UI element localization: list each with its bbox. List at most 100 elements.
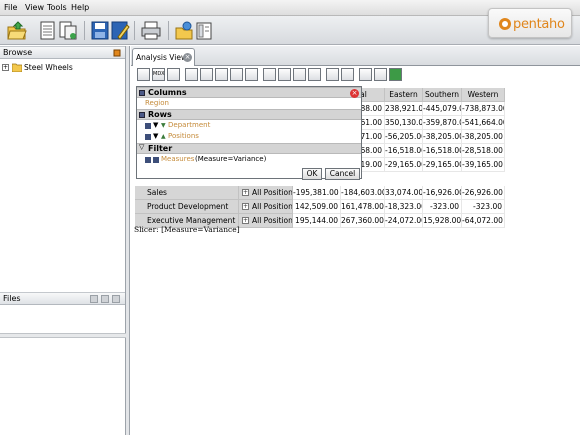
move-down-icon[interactable]: ▼ [153, 131, 158, 142]
hide-spans-icon[interactable] [200, 68, 213, 81]
mdx-icon[interactable]: MDX [152, 68, 165, 81]
rows-item-department[interactable]: ▼ ▼ Department [137, 120, 361, 131]
expand-icon[interactable]: + [242, 217, 249, 224]
browse-panel-header: Browse [0, 46, 125, 59]
drill-replace-icon[interactable] [293, 68, 306, 81]
print-icon[interactable] [140, 20, 162, 41]
properties-icon[interactable] [194, 20, 214, 41]
table-cell: -24,072.00 [385, 214, 423, 228]
files-new-icon[interactable] [90, 295, 98, 303]
publish-icon[interactable] [174, 20, 194, 41]
filter-item[interactable]: Measures (Measure=Variance) [137, 154, 361, 165]
column-header[interactable]: Southern [423, 88, 462, 102]
member-select-icon[interactable] [145, 134, 151, 140]
table-cell: 15,928.00 [423, 214, 462, 228]
table-cell: -16,518.00 [423, 144, 462, 158]
table-cell: -29,165.00 [385, 158, 423, 172]
member-select-icon[interactable] [145, 157, 151, 163]
columns-item[interactable]: Region [137, 98, 361, 109]
files-title: Files [3, 294, 21, 303]
rows-icon [139, 112, 145, 118]
chart-icon[interactable] [326, 68, 339, 81]
tab-label: Analysis View [136, 53, 188, 62]
table-cell: 142,509.00 [293, 200, 341, 214]
drill-position-icon[interactable] [278, 68, 291, 81]
save-icon[interactable] [90, 20, 110, 41]
tab-analysis-view[interactable]: Analysis View × [132, 48, 195, 66]
table-cell: -39,165.00 [462, 158, 505, 172]
column-header[interactable]: Eastern [385, 88, 423, 102]
folder-icon [12, 63, 22, 72]
browse-title: Browse [3, 48, 33, 57]
move-down-icon[interactable]: ▼ [153, 120, 158, 131]
table-cell: 161,478.00 [341, 200, 385, 214]
tab-bar: Analysis View × [131, 46, 580, 66]
toolbar-separator [168, 21, 169, 40]
left-panel: Browse + Steel Wheels Files [0, 46, 126, 435]
row-header-sales[interactable]: Sales [135, 186, 239, 200]
position-member[interactable]: + All Positions [239, 186, 293, 200]
expand-icon[interactable]: + [242, 203, 249, 210]
files-delete-icon[interactable] [112, 295, 120, 303]
panel-splitter[interactable] [0, 333, 126, 338]
table-cell: -359,870.00 [423, 116, 462, 130]
pentaho-logo-icon [499, 18, 511, 30]
table-cell: -29,165.00 [423, 158, 462, 172]
browse-refresh-icon[interactable] [113, 49, 121, 57]
menu-file[interactable]: File [4, 3, 17, 12]
filter-item-label: Measures [161, 155, 195, 163]
drill-through-icon[interactable] [308, 68, 321, 81]
tree-item-label: Steel Wheels [24, 63, 73, 72]
save-as-icon[interactable] [110, 20, 130, 41]
table-cell: -28,518.00 [462, 144, 505, 158]
sort-icon[interactable] [167, 68, 180, 81]
table-cell: -26,926.00 [462, 186, 505, 200]
position-label: All Positions [252, 216, 293, 225]
vertical-splitter[interactable] [126, 46, 130, 435]
show-parents-icon[interactable] [185, 68, 198, 81]
column-header[interactable]: Western [462, 88, 505, 102]
position-member[interactable]: + All Positions [239, 214, 293, 228]
move-up-icon[interactable]: ▼ [161, 120, 166, 131]
move-up-icon[interactable]: ▲ [161, 131, 166, 142]
filter-icon: ▽ [139, 143, 145, 151]
tree-item-steel-wheels[interactable]: + Steel Wheels [2, 62, 102, 74]
pentaho-logo-text: pentaho [513, 17, 565, 32]
filter-move-icon[interactable] [153, 157, 159, 163]
position-label: All Positions [252, 188, 293, 197]
rows-item-positions[interactable]: ▼ ▲ Positions [137, 131, 361, 142]
excel-export-icon[interactable] [389, 68, 402, 81]
table-cell: -38,205.00 [423, 130, 462, 144]
table-cell: -195,381.00 [293, 186, 341, 200]
print-settings-icon[interactable] [359, 68, 372, 81]
member-select-icon[interactable] [145, 123, 151, 129]
files-panel-header: Files [0, 292, 125, 305]
filter-title: Filter [148, 144, 173, 153]
suppress-empty-icon[interactable] [230, 68, 243, 81]
pdf-export-icon[interactable] [374, 68, 387, 81]
menu-view[interactable]: View [25, 3, 44, 12]
row-header-product-development[interactable]: Product Development [135, 200, 239, 214]
open-folder-icon[interactable] [6, 20, 28, 41]
files-edit-icon[interactable] [101, 295, 109, 303]
cube-navigator-icon[interactable] [137, 68, 150, 81]
close-navigator-icon[interactable]: × [350, 89, 359, 98]
drill-member-icon[interactable] [263, 68, 276, 81]
filter-item-value: (Measure=Variance) [195, 155, 267, 163]
new-document-icon[interactable] [38, 20, 58, 41]
close-tab-icon[interactable]: × [183, 53, 192, 62]
show-properties-icon[interactable] [215, 68, 228, 81]
cancel-button[interactable]: Cancel [325, 168, 360, 180]
menu-tools[interactable]: Tools [47, 3, 67, 12]
position-member[interactable]: + All Positions [239, 200, 293, 214]
chart-config-icon[interactable] [341, 68, 354, 81]
menu-help[interactable]: Help [71, 3, 89, 12]
ok-button[interactable]: OK [302, 168, 322, 180]
columns-item-label: Region [145, 99, 169, 107]
expand-icon[interactable]: + [242, 189, 249, 196]
new-report-icon[interactable] [58, 20, 78, 41]
tree-expand-icon[interactable]: + [2, 64, 9, 71]
olap-toolbar: MDX [135, 67, 580, 84]
rows-section: Rows [137, 109, 361, 120]
swap-axes-icon[interactable] [245, 68, 258, 81]
